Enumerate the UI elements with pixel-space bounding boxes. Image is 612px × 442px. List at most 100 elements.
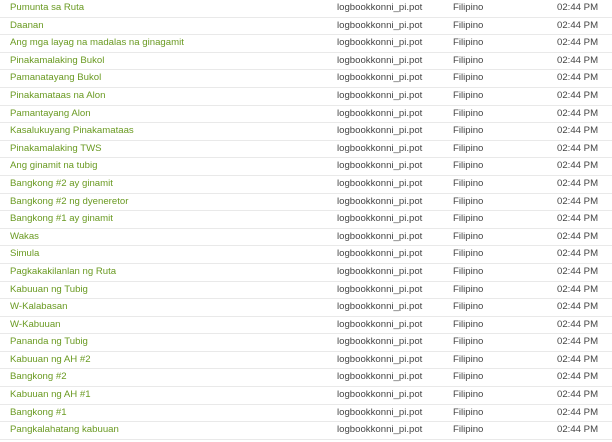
string-link[interactable]: Pangkalahatang kabuuan (10, 422, 330, 439)
string-link[interactable]: Kabuuan ng AH #2 (10, 352, 330, 369)
file-name: logbookkonni_pi.pot (337, 19, 423, 31)
timestamp: 02:44 PM (557, 389, 599, 401)
string-link[interactable]: Bangkong #2 ay ginamit (10, 176, 330, 193)
file-name: logbookkonni_pi.pot (337, 389, 423, 401)
string-link[interactable]: Pinakamataas na Alon (10, 88, 330, 105)
string-link[interactable]: Simula (10, 246, 330, 263)
string-link[interactable]: Pumunta sa Ruta (10, 0, 330, 17)
file-name: logbookkonni_pi.pot (337, 213, 423, 225)
string-link[interactable]: Pamantayang Alon (10, 106, 330, 123)
table-row: Bangkong #1 ay ginamit logbookkonni_pi.p… (0, 211, 612, 229)
file-name: logbookkonni_pi.pot (337, 160, 423, 172)
timestamp: 02:44 PM (557, 54, 599, 66)
string-link[interactable]: Pinakamalaking Bukol (10, 53, 330, 70)
table-row: Pamantayang Alon logbookkonni_pi.pot Fil… (0, 106, 612, 124)
string-link[interactable]: Ang ginamit na tubig (10, 158, 330, 175)
table-row: Simula logbookkonni_pi.pot Filipino 02:4… (0, 246, 612, 264)
string-link[interactable]: Bangkong #2 ng dyeneretor (10, 194, 330, 211)
timestamp: 02:44 PM (557, 283, 599, 295)
file-name: logbookkonni_pi.pot (337, 318, 423, 330)
file-name: logbookkonni_pi.pot (337, 142, 423, 154)
file-name: logbookkonni_pi.pot (337, 37, 423, 49)
table-row: W-Kalabasan logbookkonni_pi.pot Filipino… (0, 299, 612, 317)
timestamp: 02:44 PM (557, 107, 599, 119)
timestamp: 02:44 PM (557, 353, 599, 365)
file-name: logbookkonni_pi.pot (337, 2, 423, 13)
language-name: Filipino (453, 371, 484, 383)
string-link[interactable]: Bangkong #1 (10, 405, 330, 422)
table-row: Pumunta sa Ruta logbookkonni_pi.pot Fili… (0, 0, 612, 18)
language-name: Filipino (453, 406, 484, 418)
language-name: Filipino (453, 54, 484, 66)
timestamp: 02:44 PM (557, 336, 599, 348)
language-name: Filipino (453, 107, 484, 119)
language-name: Filipino (453, 248, 484, 260)
timestamp: 02:44 PM (557, 2, 599, 13)
table-row: Kasalukuyang Pinakamataas logbookkonni_p… (0, 123, 612, 141)
language-name: Filipino (453, 37, 484, 49)
timestamp: 02:44 PM (557, 301, 599, 313)
language-name: Filipino (453, 353, 484, 365)
timestamp: 02:44 PM (557, 371, 599, 383)
timestamp: 02:44 PM (557, 318, 599, 330)
string-link[interactable]: Kasalukuyang Pinakamataas (10, 123, 330, 140)
file-name: logbookkonni_pi.pot (337, 283, 423, 295)
file-name: logbookkonni_pi.pot (337, 177, 423, 189)
table-row: Wakas logbookkonni_pi.pot Filipino 02:44… (0, 229, 612, 247)
table-row: Pamanatayang Bukol logbookkonni_pi.pot F… (0, 70, 612, 88)
table-row: Ang mga layag na madalas na ginagamit lo… (0, 35, 612, 53)
timestamp: 02:44 PM (557, 125, 599, 137)
file-name: logbookkonni_pi.pot (337, 424, 423, 436)
string-link[interactable]: Wakas (10, 229, 330, 246)
language-name: Filipino (453, 283, 484, 295)
string-link[interactable]: W-Kalabasan (10, 299, 330, 316)
file-name: logbookkonni_pi.pot (337, 230, 423, 242)
file-name: logbookkonni_pi.pot (337, 107, 423, 119)
file-name: logbookkonni_pi.pot (337, 406, 423, 418)
timestamp: 02:44 PM (557, 424, 599, 436)
timestamp: 02:44 PM (557, 177, 599, 189)
table-row: Kabuuan ng AH #2 logbookkonni_pi.pot Fil… (0, 352, 612, 370)
language-name: Filipino (453, 301, 484, 313)
timestamp: 02:44 PM (557, 230, 599, 242)
file-name: logbookkonni_pi.pot (337, 336, 423, 348)
table-row: Daanan logbookkonni_pi.pot Filipino 02:4… (0, 18, 612, 36)
table-row: Kabuuan ng AH #1 logbookkonni_pi.pot Fil… (0, 387, 612, 405)
file-name: logbookkonni_pi.pot (337, 248, 423, 260)
language-name: Filipino (453, 265, 484, 277)
string-link[interactable]: Pananda ng Tubig (10, 334, 330, 351)
string-link[interactable]: Daanan (10, 18, 330, 35)
string-link[interactable]: Ang mga layag na madalas na ginagamit (10, 35, 330, 52)
table-row: Bangkong #2 logbookkonni_pi.pot Filipino… (0, 369, 612, 388)
string-link[interactable]: Pagkakakilanlan ng Ruta (10, 264, 330, 281)
table-row: Pangkalahatang kabuuan logbookkonni_pi.p… (0, 422, 612, 440)
string-link[interactable]: W-Kabuuan (10, 317, 330, 334)
string-link[interactable]: Pinakamalaking TWS (10, 141, 330, 158)
file-name: logbookkonni_pi.pot (337, 72, 423, 84)
language-name: Filipino (453, 230, 484, 242)
timestamp: 02:44 PM (557, 37, 599, 49)
timestamp: 02:44 PM (557, 160, 599, 172)
file-name: logbookkonni_pi.pot (337, 89, 423, 101)
language-name: Filipino (453, 2, 484, 13)
timestamp: 02:44 PM (557, 265, 599, 277)
language-name: Filipino (453, 424, 484, 436)
string-link[interactable]: Kabuuan ng AH #1 (10, 387, 330, 404)
timestamp: 02:44 PM (557, 406, 599, 418)
timestamp: 02:44 PM (557, 195, 599, 207)
table-row: Pinakamataas na Alon logbookkonni_pi.pot… (0, 88, 612, 106)
language-name: Filipino (453, 318, 484, 330)
table-row: Pinakamalaking Bukol logbookkonni_pi.pot… (0, 53, 612, 71)
table-row: Kabuuan ng Tubig logbookkonni_pi.pot Fil… (0, 282, 612, 300)
timestamp: 02:44 PM (557, 142, 599, 154)
table-row: Pinakamalaking TWS logbookkonni_pi.pot F… (0, 141, 612, 159)
table-row: Pananda ng Tubig logbookkonni_pi.pot Fil… (0, 334, 612, 352)
table-row: Pagkakakilanlan ng Ruta logbookkonni_pi.… (0, 264, 612, 282)
language-name: Filipino (453, 125, 484, 137)
string-link[interactable]: Bangkong #1 ay ginamit (10, 211, 330, 228)
string-link[interactable]: Bangkong #2 (10, 369, 330, 386)
string-link[interactable]: Kabuuan ng Tubig (10, 282, 330, 299)
timestamp: 02:44 PM (557, 213, 599, 225)
file-name: logbookkonni_pi.pot (337, 353, 423, 365)
string-link[interactable]: Pamanatayang Bukol (10, 70, 330, 87)
